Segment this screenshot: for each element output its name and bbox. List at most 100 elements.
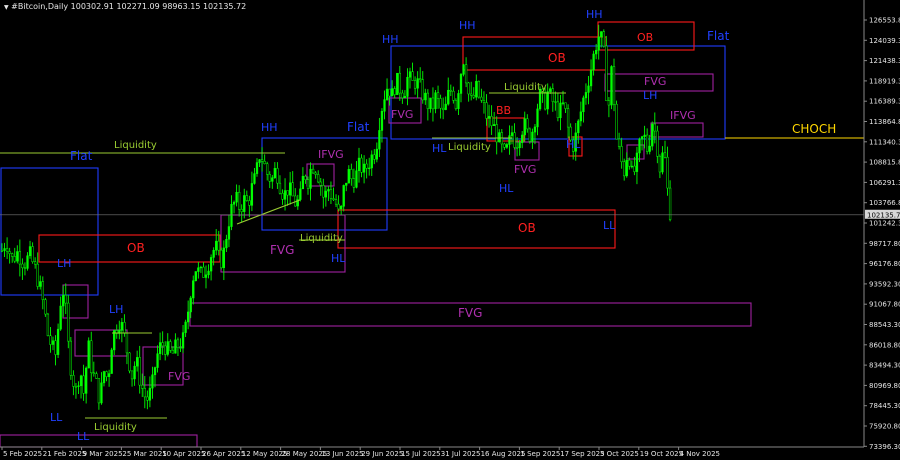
candle-body xyxy=(123,322,126,334)
candle-body xyxy=(250,183,254,206)
candle-body xyxy=(419,78,422,80)
flat-range-box xyxy=(0,167,99,296)
candle-body xyxy=(49,335,52,345)
liquidity-label: Liquidity xyxy=(300,233,343,244)
candle-body xyxy=(380,110,384,131)
candle-body xyxy=(169,341,172,351)
candle-body xyxy=(92,372,95,374)
candle-body xyxy=(352,178,356,188)
candle-body xyxy=(628,159,631,167)
candle-body xyxy=(597,36,600,51)
candle-body xyxy=(171,350,174,354)
candle-body xyxy=(577,120,580,134)
hl-label: HL xyxy=(566,138,581,151)
candle-body xyxy=(589,69,593,87)
ob-label: OB xyxy=(637,31,653,44)
lh-label: LH xyxy=(109,303,123,316)
candle-body xyxy=(39,281,42,287)
candle-body xyxy=(362,163,366,173)
candle-body xyxy=(230,204,233,227)
candle-body xyxy=(258,159,261,163)
candle-body xyxy=(56,328,60,355)
candle-body xyxy=(67,302,70,342)
candle-body xyxy=(493,124,496,126)
candle-body xyxy=(442,107,445,110)
candle-body xyxy=(528,128,532,142)
price-chart[interactable]: HH HH HH HH LH LH LH LL LL LL HL HL HL HL Flat Flat Flat… xyxy=(0,0,900,460)
candle-body xyxy=(44,299,47,315)
candle-body xyxy=(235,192,238,203)
candle-body xyxy=(579,111,583,122)
candle-body xyxy=(521,134,524,143)
candle-body xyxy=(620,146,623,163)
candle-body xyxy=(459,74,463,94)
candle-body xyxy=(454,100,458,109)
candle-body xyxy=(179,347,182,349)
candle-body xyxy=(253,173,256,184)
candle-body xyxy=(197,267,200,272)
price-tick-label: 88543.30 xyxy=(869,321,900,329)
candle-body xyxy=(663,152,667,158)
candle-body xyxy=(556,101,560,119)
candle-body xyxy=(77,385,80,387)
candle-body xyxy=(635,152,639,172)
ll-label: LL xyxy=(603,219,616,232)
candle-body xyxy=(136,357,139,367)
candle-body xyxy=(592,53,595,71)
candle-body xyxy=(498,132,501,143)
price-tick-label: 106291.30 xyxy=(869,179,900,187)
candle-body xyxy=(174,339,177,354)
candle-body xyxy=(487,116,491,119)
candle-body xyxy=(350,169,353,179)
candle-body xyxy=(16,251,19,262)
candle-body xyxy=(561,102,565,104)
hh-label: HH xyxy=(382,33,399,46)
price-tick-label: 78445.30 xyxy=(869,402,900,410)
candle-body xyxy=(289,182,292,196)
price-tick-label: 83494.30 xyxy=(869,362,900,370)
ll-label: LL xyxy=(77,430,90,443)
candle-body xyxy=(513,132,516,148)
liquidity-label: Liquidity xyxy=(114,140,157,151)
candle-body xyxy=(107,373,111,377)
price-tick-label: 118919.30 xyxy=(869,77,900,85)
candle-body xyxy=(408,71,412,78)
price-tick-label: 96176.80 xyxy=(869,260,900,268)
candle-body xyxy=(416,78,419,89)
candle-body xyxy=(82,375,85,394)
candle-body xyxy=(87,340,90,369)
candle-body xyxy=(283,190,287,200)
candle-body xyxy=(378,130,381,150)
candle-body xyxy=(495,124,498,143)
candle-body xyxy=(105,371,108,377)
candle-body xyxy=(462,64,465,75)
candle-body xyxy=(176,339,180,348)
date-tick-label: 9 Mar 2025 xyxy=(83,450,123,458)
fvg-label: FVG xyxy=(644,75,666,88)
price-tick-label: 111340.30 xyxy=(869,138,900,146)
candle-body xyxy=(268,174,271,182)
candle-body xyxy=(515,147,519,149)
candle-body xyxy=(204,274,208,278)
date-tick-label: 26 Apr 2025 xyxy=(202,450,245,458)
candle-body xyxy=(31,246,34,262)
candle-body xyxy=(141,384,144,389)
candle-body xyxy=(327,189,330,192)
candle-body xyxy=(424,92,427,101)
candle-body xyxy=(457,93,460,109)
candle-body xyxy=(480,96,483,101)
candle-body xyxy=(625,159,628,177)
candles-layer xyxy=(0,24,672,410)
candle-body xyxy=(194,271,197,281)
lh-label: LH xyxy=(57,257,71,270)
candle-body xyxy=(215,240,218,251)
candle-body xyxy=(388,88,391,97)
price-tick-label: 126553.80 xyxy=(869,17,900,25)
candle-body xyxy=(273,168,277,178)
liquidity-label: Liquidity xyxy=(94,422,137,433)
candle-body xyxy=(421,79,424,101)
candle-body xyxy=(192,280,195,299)
candle-body xyxy=(357,157,361,172)
candle-body xyxy=(546,91,549,110)
lh-label: LH xyxy=(643,89,657,102)
